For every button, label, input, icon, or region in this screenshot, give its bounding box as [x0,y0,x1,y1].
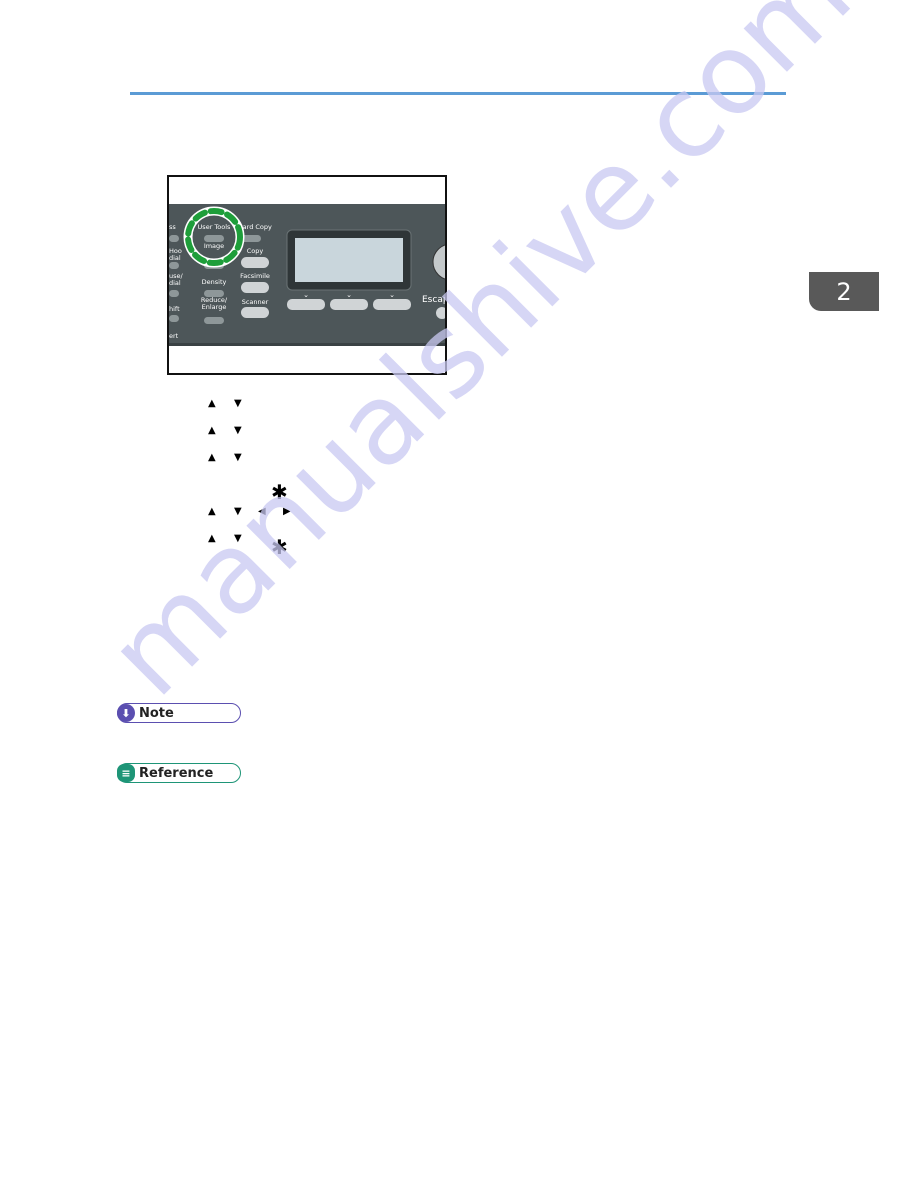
panel-label: ss [169,223,176,231]
svg-text:⌄: ⌄ [303,291,309,299]
note-badge: ⬇ Note [117,703,241,723]
density-label: Density [202,278,227,286]
up-arrow-icon: ▲ [208,425,216,436]
document-icon: ≡ [117,764,135,782]
facsimile-label: Facsimile [240,272,270,280]
arrow-down-circle-icon: ⬇ [117,704,135,722]
escape-label: Escape [422,295,445,305]
down-arrow-icon: ▼ [234,533,242,544]
panel-label: dial [169,254,181,262]
asterisk-icon: ✱ [271,535,288,559]
reference-label: Reference [139,765,214,781]
reference-badge: ≡ Reference [117,763,241,783]
panel-label: dial [169,279,181,287]
svg-text:⌄: ⌄ [346,291,352,299]
user-tools-label: User Tools [198,223,232,231]
asterisk-icon: ✱ [271,480,288,504]
enlarge-label: Enlarge [202,303,227,311]
up-arrow-icon: ▲ [208,506,216,517]
chapter-number: 2 [836,277,852,306]
right-arrow-icon: ▶ [283,506,291,517]
svg-text:⌄: ⌄ [389,291,395,299]
chapter-tab: 2 [809,272,879,311]
left-arrow-icon: ◀ [258,506,266,517]
image-label: Image [204,242,224,250]
up-arrow-icon: ▲ [208,452,216,463]
down-arrow-icon: ▼ [234,425,242,436]
scanner-label: Scanner [242,298,269,306]
up-arrow-icon: ▲ [208,533,216,544]
down-arrow-icon: ▼ [234,452,242,463]
panel-label: hift [169,305,180,313]
panel-label: ert [169,332,179,340]
note-label: Note [139,705,174,721]
header-rule [130,92,786,95]
up-arrow-icon: ▲ [208,398,216,409]
down-arrow-icon: ▼ [234,398,242,409]
copy-label: Copy [247,247,264,255]
control-panel-figure: ⌄ ⌄ ⌄ Escape User Tools Image Card Copy … [167,175,447,375]
down-arrow-icon: ▼ [234,506,242,517]
